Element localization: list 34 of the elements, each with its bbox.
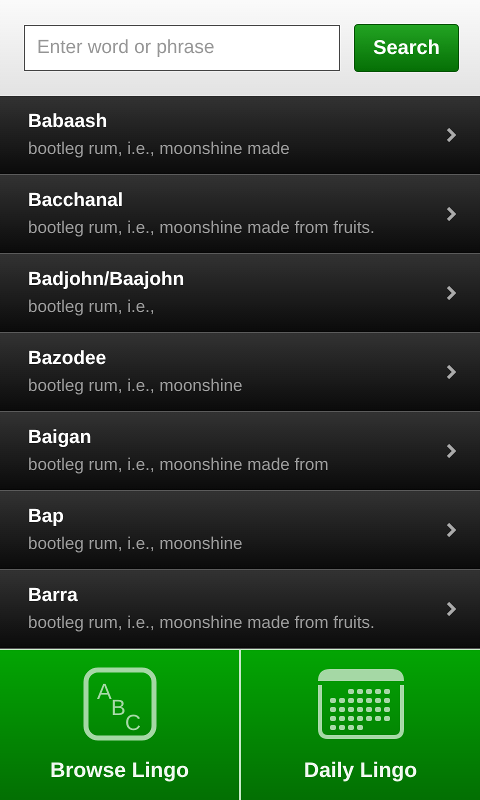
word-list-item[interactable]: Bacchanal bootleg rum, i.e., moonshine made from fruits.: [0, 175, 480, 254]
word-list-item[interactable]: Barra bootleg rum, i.e., moonshine made from fruits.: [0, 570, 480, 650]
abc-icon: A B C: [82, 667, 156, 742]
word-definition: bootleg rum, i.e., moonshine made from: [28, 455, 330, 476]
word-title: Baigan: [28, 427, 92, 450]
chevron-right-icon: [446, 522, 456, 538]
word-title: Bazodee: [28, 348, 108, 370]
chevron-right-icon: [446, 285, 456, 302]
word-list-item[interactable]: Bazodee bootleg rum, i.e., moonshine: [0, 333, 480, 412]
word-definition: bootleg rum, i.e.,: [28, 297, 156, 318]
word-list-item[interactable]: Badjohn/Baajohn bootleg rum, i.e.,: [0, 254, 480, 334]
word-definition: bootleg rum, i.e., moonshine: [28, 376, 244, 396]
word-definition: bootleg rum, i.e., moonshine made from fruits.: [28, 613, 376, 634]
word-title: Bacchanal: [28, 190, 124, 212]
word-title: Badjohn/Baajohn: [28, 269, 186, 292]
chevron-right-icon: [446, 364, 456, 380]
chevron-right-icon: [446, 206, 456, 222]
word-list-item[interactable]: Bap bootleg rum, i.e., moonshine: [0, 491, 480, 570]
word-definition: bootleg rum, i.e., moonshine made from fruits.: [28, 218, 376, 238]
word-title: Barra: [28, 585, 79, 608]
word-definition: bootleg rum, i.e., moonshine: [28, 534, 244, 554]
chevron-right-icon: [446, 443, 456, 460]
tab-button[interactable]: A B C Browse Lingo: [0, 650, 239, 800]
search-button[interactable]: Search: [354, 24, 459, 72]
chevron-right-icon: [446, 601, 456, 618]
search-field[interactable]: Enter word or phrase: [24, 25, 340, 72]
tab-button[interactable]: Daily Lingo: [241, 650, 480, 800]
word-title: Bap: [28, 506, 65, 528]
chevron-right-icon: [446, 127, 456, 144]
word-list-item[interactable]: Baigan bootleg rum, i.e., moonshine made from: [0, 412, 480, 492]
word-title: Babaash: [28, 111, 108, 134]
word-list-item[interactable]: Babaash bootleg rum, i.e., moonshine made: [0, 96, 480, 176]
word-definition: bootleg rum, i.e., moonshine made: [28, 139, 291, 160]
calendar-icon: [316, 667, 406, 742]
